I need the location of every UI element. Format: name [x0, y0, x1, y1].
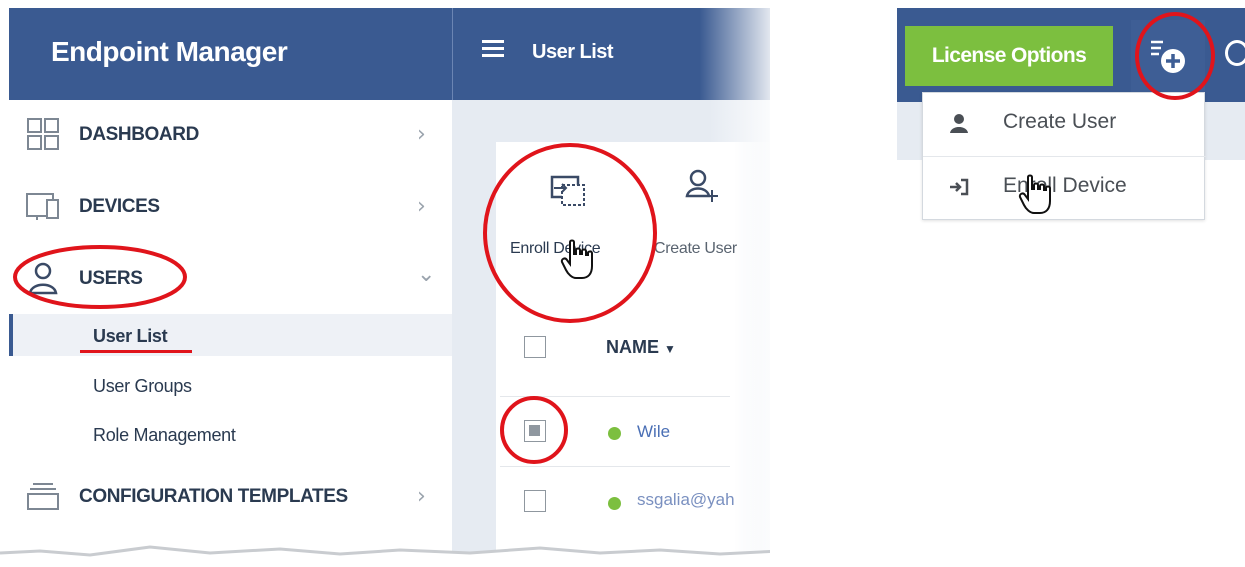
select-all-checkbox[interactable] [524, 336, 546, 358]
row-divider [500, 466, 730, 467]
enroll-device-icon[interactable] [548, 174, 588, 208]
name-column-header[interactable]: NAME ▼ [606, 337, 676, 358]
row-checkbox[interactable] [524, 490, 546, 512]
sidebar-item-dashboard[interactable]: DASHBOARD › [9, 104, 452, 164]
enroll-device-button[interactable]: Enroll Device [510, 240, 601, 258]
chevron-right-icon: › [417, 484, 426, 509]
page-title: User List [532, 41, 614, 63]
sidebar-subitem-label: User List [93, 326, 168, 346]
row-divider [500, 396, 730, 397]
templates-icon [27, 483, 59, 510]
create-user-icon[interactable] [684, 168, 720, 206]
chat-icon[interactable] [1225, 40, 1245, 66]
dashboard-grid-icon [27, 118, 59, 150]
add-plus-icon [1151, 40, 1185, 73]
create-user-button[interactable]: Create User [654, 240, 737, 258]
app-title: Endpoint Manager [51, 36, 288, 67]
devices-icon [26, 193, 59, 220]
add-button[interactable] [1131, 20, 1205, 94]
menu-item-label: Enroll Device [1003, 174, 1127, 197]
online-status-dot [608, 427, 621, 440]
chevron-down-icon: ⌄ [417, 262, 436, 287]
menu-item-label: Create User [1003, 110, 1117, 133]
torn-edge [0, 545, 770, 567]
sidebar-subitem-label: Role Management [93, 425, 236, 445]
sidebar-item-label: CONFIGURATION TEMPLATES [79, 486, 348, 507]
sidebar-subitem-user-list[interactable]: User List [9, 314, 452, 356]
topbar-divider [452, 8, 453, 100]
chevron-right-icon: › [417, 122, 426, 147]
sidebar-item-label: DASHBOARD [79, 124, 199, 145]
sidebar: DASHBOARD › DEVICES › USERS ⌄ User List [9, 100, 452, 560]
add-dropdown-menu: Create User Enroll Device [922, 92, 1206, 220]
menu-item-create-user[interactable]: Create User [923, 93, 1206, 153]
sidebar-subitem-role-management[interactable]: Role Management [9, 413, 452, 455]
main-screenshot: Endpoint Manager User List DASHBOARD › D… [0, 0, 770, 567]
sign-in-icon [950, 178, 969, 196]
license-options-button[interactable]: License Options [905, 26, 1113, 86]
user-name-link[interactable]: ssgalia@yah [637, 490, 735, 510]
hamburger-menu-icon[interactable] [482, 40, 504, 58]
brand-header: Endpoint Manager [9, 8, 452, 100]
sidebar-subitem-label: User Groups [93, 376, 192, 396]
user-icon [28, 262, 58, 295]
sidebar-item-label: DEVICES [79, 196, 160, 217]
user-solid-icon [950, 114, 968, 133]
sidebar-subitem-user-groups[interactable]: User Groups [9, 364, 452, 406]
row-checkbox[interactable] [524, 420, 546, 442]
sidebar-item-devices[interactable]: DEVICES › [9, 176, 452, 236]
name-column-label: NAME [606, 337, 659, 357]
active-underline-annotation [80, 350, 192, 353]
chevron-right-icon: › [417, 194, 426, 219]
user-name-link[interactable]: Wile [637, 422, 670, 442]
sidebar-item-configuration-templates[interactable]: CONFIGURATION TEMPLATES › [9, 466, 452, 526]
menu-item-enroll-device[interactable]: Enroll Device [923, 157, 1206, 217]
sidebar-item-label: USERS [79, 268, 143, 289]
online-status-dot [608, 497, 621, 510]
add-menu-screenshot: License Options Create User Enroll Devic… [895, 0, 1245, 230]
sort-down-icon: ▼ [664, 342, 676, 356]
sidebar-item-users[interactable]: USERS ⌄ [9, 248, 452, 308]
